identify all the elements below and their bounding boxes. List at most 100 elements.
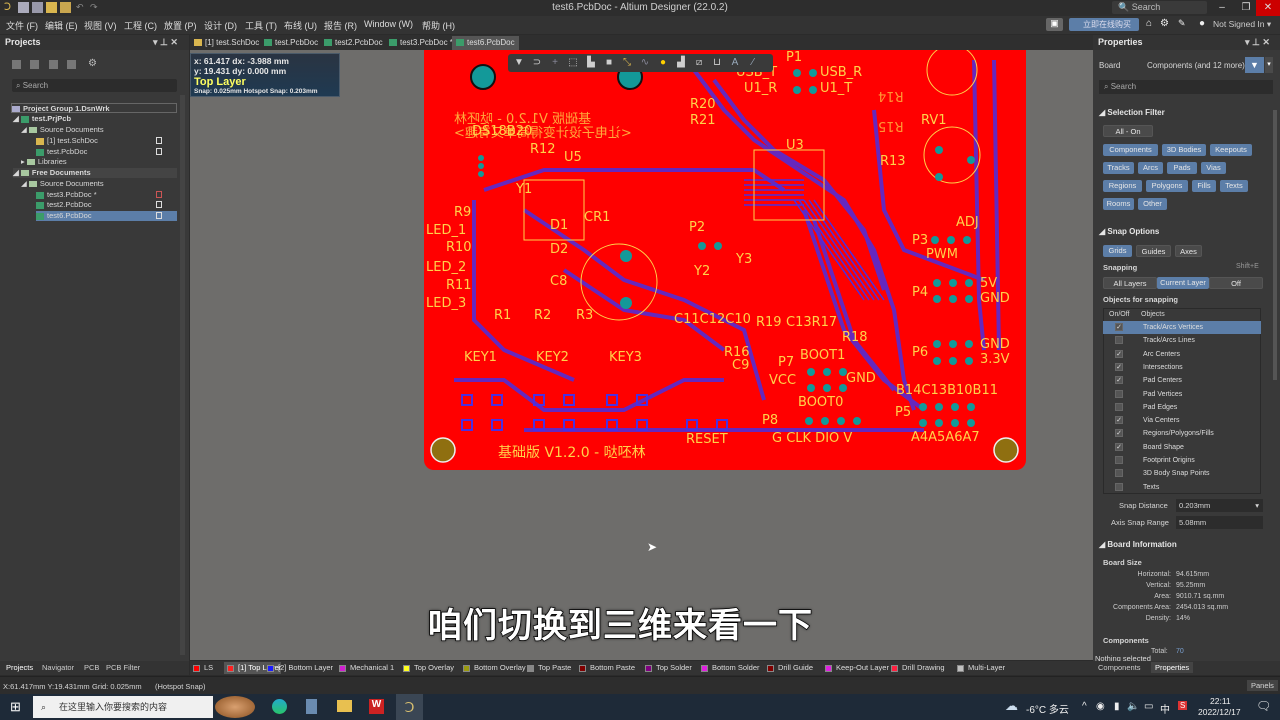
layer-tab[interactable]: Bottom Paste <box>576 662 635 674</box>
snap-off-button[interactable]: Off <box>1209 277 1263 289</box>
select-icon[interactable]: ⊃ <box>530 57 544 69</box>
menu-route[interactable]: 布线 (U) <box>284 19 317 32</box>
filter-tracks-button[interactable]: Tracks <box>1103 162 1134 174</box>
menu-tools[interactable]: 工具 (T) <box>245 19 277 32</box>
snap-current-layer-button[interactable]: Current Layer <box>1157 277 1209 289</box>
windows-start-icon[interactable]: ⊞ <box>10 699 21 715</box>
taskbar-search-input[interactable]: ⌕ 在这里输入你要搜索的内容 <box>33 696 213 718</box>
snap-object-row[interactable]: Track/Arcs Lines <box>1103 334 1261 347</box>
layer-tab[interactable]: LS <box>190 662 213 674</box>
filter-rooms-button[interactable]: Rooms <box>1103 198 1134 210</box>
menu-reports[interactable]: 报告 (R) <box>324 19 357 32</box>
projects-search-input[interactable]: ⌕ Search <box>12 79 177 92</box>
save-icon[interactable] <box>18 2 29 13</box>
filter-components-button[interactable]: Components <box>1103 144 1158 156</box>
layer-tab[interactable]: [2] Bottom Layer <box>264 662 333 674</box>
snap-object-checkbox[interactable] <box>1115 389 1123 398</box>
all-on-button[interactable]: All - On <box>1103 125 1153 137</box>
wps-office-icon[interactable]: W <box>369 699 384 714</box>
filter-keepouts-button[interactable]: Keepouts <box>1210 144 1252 156</box>
projects-scrollbar[interactable] <box>180 95 185 655</box>
tree-libraries[interactable]: ▸ Libraries <box>21 157 67 167</box>
snap-guides-button[interactable]: Guides <box>1136 245 1171 257</box>
tab-test-schdoc[interactable]: [1] test.SchDoc <box>190 36 263 50</box>
snap-object-row[interactable]: Footprint Origins <box>1103 454 1261 467</box>
properties-search-input[interactable]: ⌕ Search <box>1099 80 1273 94</box>
snap-object-row[interactable]: ✓ Pad Centers <box>1103 374 1261 387</box>
tab-components[interactable]: Components <box>1098 663 1141 672</box>
layer-tab[interactable]: Top Paste <box>524 662 571 674</box>
filter-regions-button[interactable]: Regions <box>1103 180 1142 192</box>
layer-tab[interactable]: Keep-Out Layer <box>822 662 889 674</box>
microphone-icon[interactable]: ▮ <box>1114 701 1120 712</box>
snap-object-checkbox[interactable] <box>1115 402 1123 411</box>
filter-fills-button[interactable]: Fills <box>1192 180 1216 192</box>
layer-tab[interactable]: Top Solder <box>642 662 692 674</box>
filter-arcs-button[interactable]: Arcs <box>1138 162 1163 174</box>
snap-object-checkbox[interactable]: ✓ <box>1115 376 1123 385</box>
tree-project-test[interactable]: ◢ test.PrjPcb <box>13 114 71 124</box>
snap-object-checkbox[interactable]: ✓ <box>1115 323 1123 331</box>
filter-vias-button[interactable]: Vias <box>1201 162 1226 174</box>
snap-distance-select[interactable]: 0.203mm ▾ <box>1176 499 1263 512</box>
text-icon[interactable]: A <box>728 57 742 69</box>
layer-tab[interactable]: Top Overlay <box>400 662 454 674</box>
snap-options-title[interactable]: ◢ Snap Options <box>1099 227 1159 236</box>
filter-3d-bodies-button[interactable]: 3D Bodies <box>1162 144 1206 156</box>
snap-grids-button[interactable]: Grids <box>1103 245 1132 257</box>
tree-doc-test-schdoc[interactable]: [1] test.SchDoc <box>36 136 98 146</box>
redo-icon[interactable]: ↷ <box>90 2 101 13</box>
tree-doc-test-pcbdoc[interactable]: test.PcbDoc <box>36 147 87 157</box>
tab-test6-pcbdoc[interactable]: test6.PcbDoc <box>452 36 519 50</box>
tree-doc-test2[interactable]: test2.PcbDoc <box>36 200 92 210</box>
remove-document-icon[interactable] <box>67 60 76 69</box>
feedback-icon[interactable]: ▣ <box>1046 18 1063 31</box>
via-icon[interactable]: ● <box>656 57 670 69</box>
snap-object-row[interactable]: ✓ Via Centers <box>1103 414 1261 427</box>
menu-window[interactable]: Window (W) <box>364 19 413 29</box>
snap-object-row[interactable]: Texts <box>1103 481 1261 494</box>
menu-file[interactable]: 文件 (F) <box>6 19 38 32</box>
layer-tab[interactable]: Drill Guide <box>764 662 813 674</box>
snap-object-row[interactable]: ✓ Regions/Polygons/Fills <box>1103 427 1261 440</box>
notifications-icon[interactable]: 🗨 <box>1256 699 1271 713</box>
gear-icon[interactable]: ⚙ <box>1160 18 1169 29</box>
tab-test-pcbdoc[interactable]: test.PcbDoc <box>260 36 322 50</box>
filter-icon[interactable]: ▼ <box>512 57 526 69</box>
properties-scrollbar[interactable] <box>1273 110 1277 380</box>
pcb-canvas[interactable]: 基础版 V1.2.0 - 哒呸林 <让电子设计变得简单又有趣> DS18B20 … <box>190 50 1093 660</box>
snap-object-checkbox[interactable] <box>1115 469 1123 478</box>
home-icon[interactable]: ⌂ <box>1146 18 1152 29</box>
tab-properties[interactable]: Properties <box>1151 662 1194 673</box>
snap-object-row[interactable]: ✓ Board Shape <box>1103 441 1261 454</box>
snap-object-row[interactable]: Pad Edges <box>1103 401 1261 414</box>
tree-project-group[interactable]: Project Group 1.DsnWrk <box>11 103 177 113</box>
snap-axes-button[interactable]: Axes <box>1175 245 1202 257</box>
undo-icon[interactable]: ↶ <box>76 2 87 13</box>
snap-object-row[interactable]: 3D Body Snap Points <box>1103 467 1261 480</box>
close-button[interactable]: ✕ <box>1256 0 1280 16</box>
tray-app-icon[interactable]: ◉ <box>1096 701 1105 712</box>
tab-projects[interactable]: Projects <box>6 663 33 672</box>
clock-time[interactable]: 22:11 <box>1210 696 1231 706</box>
project-settings-gear-icon[interactable]: ⚙ <box>88 58 97 69</box>
polygon-icon[interactable]: ▟ <box>674 57 688 69</box>
snap-object-checkbox[interactable] <box>1115 456 1123 464</box>
component-icon[interactable]: ■ <box>602 57 616 69</box>
align-icon[interactable]: ▙ <box>584 57 598 69</box>
volume-icon[interactable]: 🔈 <box>1127 701 1139 712</box>
layer-tab[interactable]: Bottom Overlay <box>460 662 526 674</box>
ime-indicator[interactable]: 中 <box>1160 701 1170 716</box>
filter-pads-button[interactable]: Pads <box>1167 162 1197 174</box>
snap-object-checkbox[interactable]: ✓ <box>1115 416 1123 425</box>
network-icon[interactable]: ▭ <box>1144 701 1153 712</box>
panels-button[interactable]: Panels <box>1247 680 1278 691</box>
menu-design[interactable]: 设计 (D) <box>204 19 237 32</box>
snap-object-checkbox[interactable]: ✓ <box>1115 429 1123 438</box>
crosshair-icon[interactable]: + <box>548 57 562 69</box>
filter-polygons-button[interactable]: Polygons <box>1146 180 1188 192</box>
snap-all-layers-button[interactable]: All Layers <box>1103 277 1157 289</box>
tree-free-documents[interactable]: ◢ Free Documents <box>13 168 177 178</box>
tab-navigator[interactable]: Navigator <box>42 663 74 672</box>
minimize-button[interactable]: – <box>1210 0 1234 16</box>
